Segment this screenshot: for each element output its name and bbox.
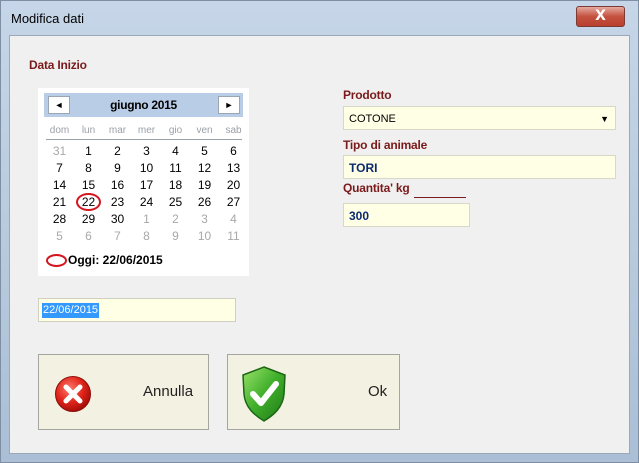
today-link[interactable]: Oggi: 22/06/2015 — [46, 253, 163, 268]
cancel-x-icon — [55, 376, 91, 412]
calendar-day[interactable]: 1 — [132, 211, 161, 227]
calendar-day[interactable]: 10 — [132, 160, 161, 176]
prodotto-label: Prodotto — [343, 88, 392, 102]
calendar-day[interactable]: 13 — [219, 160, 248, 176]
data-inizio-label: Data Inizio — [29, 58, 87, 72]
calendar-day[interactable]: 26 — [190, 194, 219, 210]
weekday-label: mer — [137, 125, 156, 136]
calendar-day[interactable]: 19 — [190, 177, 219, 193]
calendar-day[interactable]: 30 — [103, 211, 132, 227]
date-input-selected-text: 22/06/2015 — [42, 303, 100, 318]
calendar-day[interactable]: 16 — [103, 177, 132, 193]
calendar-day[interactable]: 6 — [74, 228, 103, 244]
ok-label: Ok — [368, 383, 388, 400]
date-input[interactable]: 22/06/2015 — [38, 298, 236, 322]
calendar-day[interactable]: 3 — [190, 211, 219, 227]
calendar-day[interactable]: 1 — [74, 143, 103, 159]
window: Modifica dati X Data Inizio ◄ giugno 201… — [0, 0, 639, 463]
calendar-day[interactable]: 15 — [74, 177, 103, 193]
today-text: Oggi: 22/06/2015 — [68, 253, 163, 267]
calendar-day[interactable]: 4 — [219, 211, 248, 227]
calendar-day[interactable]: 23 — [103, 194, 132, 210]
calendar-day[interactable]: 25 — [161, 194, 190, 210]
quantita-underline — [414, 197, 466, 198]
calendar-day[interactable]: 17 — [132, 177, 161, 193]
today-circle-icon — [46, 254, 67, 268]
calendar-day[interactable]: 2 — [103, 143, 132, 159]
window-title: Modifica dati — [11, 11, 84, 26]
calendar-day[interactable]: 5 — [45, 228, 74, 244]
calendar-day[interactable]: 21 — [45, 194, 74, 210]
weekday-label: dom — [49, 125, 70, 136]
calendar-day[interactable]: 24 — [132, 194, 161, 210]
calendar-day[interactable]: 9 — [161, 228, 190, 244]
prodotto-value: COTONE — [349, 113, 396, 125]
quantita-label: Quantita' kg — [343, 181, 410, 195]
calendar-day[interactable]: 11 — [219, 228, 248, 244]
shield-check-icon — [242, 366, 286, 422]
close-icon: X — [595, 8, 606, 24]
title-bar: Modifica dati X — [1, 1, 638, 35]
calendar-day[interactable]: 9 — [103, 160, 132, 176]
calendar-day[interactable]: 4 — [161, 143, 190, 159]
calendar-day[interactable]: 20 — [219, 177, 248, 193]
weekday-label: mar — [108, 125, 127, 136]
calendar-day[interactable]: 14 — [45, 177, 74, 193]
tipo-animale-value: TORI — [349, 161, 378, 175]
calendar-day[interactable]: 8 — [74, 160, 103, 176]
calendar-header: ◄ giugno 2015 ► — [44, 93, 243, 117]
selected-day-ring — [76, 193, 101, 211]
weekday-label: gio — [168, 125, 183, 136]
ok-button[interactable]: Ok — [227, 354, 400, 430]
tipo-animale-label: Tipo di animale — [343, 138, 428, 152]
calendar-day[interactable]: 10 — [190, 228, 219, 244]
chevron-right-icon: ► — [224, 100, 234, 110]
calendar-day[interactable]: 8 — [132, 228, 161, 244]
calendar-day[interactable]: 27 — [219, 194, 248, 210]
calendar: ◄ giugno 2015 ► dom lun mar mer gio ven … — [38, 88, 249, 276]
calendar-day[interactable]: 2 — [161, 211, 190, 227]
calendar-day[interactable]: 3 — [132, 143, 161, 159]
calendar-day[interactable]: 5 — [190, 143, 219, 159]
quantita-field[interactable]: 300 — [343, 203, 470, 227]
annulla-button[interactable]: Annulla — [38, 354, 209, 430]
calendar-day[interactable]: 7 — [45, 160, 74, 176]
calendar-day[interactable]: 7 — [103, 228, 132, 244]
weekday-label: sab — [225, 125, 242, 136]
calendar-day[interactable]: 29 — [74, 211, 103, 227]
weekday-divider — [46, 139, 242, 140]
tipo-animale-field[interactable]: TORI — [343, 155, 616, 179]
calendar-day[interactable]: 11 — [161, 160, 190, 176]
calendar-day[interactable]: 6 — [219, 143, 248, 159]
prodotto-dropdown[interactable]: COTONE ▼ — [343, 106, 616, 130]
next-month-button[interactable]: ► — [218, 96, 240, 114]
quantita-value: 300 — [349, 209, 370, 223]
calendar-day[interactable]: 31 — [45, 143, 74, 159]
annulla-label: Annulla — [143, 383, 194, 400]
weekday-label: lun — [81, 125, 96, 136]
calendar-day[interactable]: 28 — [45, 211, 74, 227]
close-button[interactable]: X — [576, 6, 625, 27]
weekday-label: ven — [196, 125, 213, 136]
calendar-month-label: giugno 2015 — [110, 98, 177, 112]
calendar-day[interactable]: 18 — [161, 177, 190, 193]
dialog-client-area: Data Inizio ◄ giugno 2015 ► dom lun mar … — [9, 35, 630, 454]
dropdown-arrow-icon: ▼ — [600, 114, 609, 124]
calendar-day[interactable]: 12 — [190, 160, 219, 176]
